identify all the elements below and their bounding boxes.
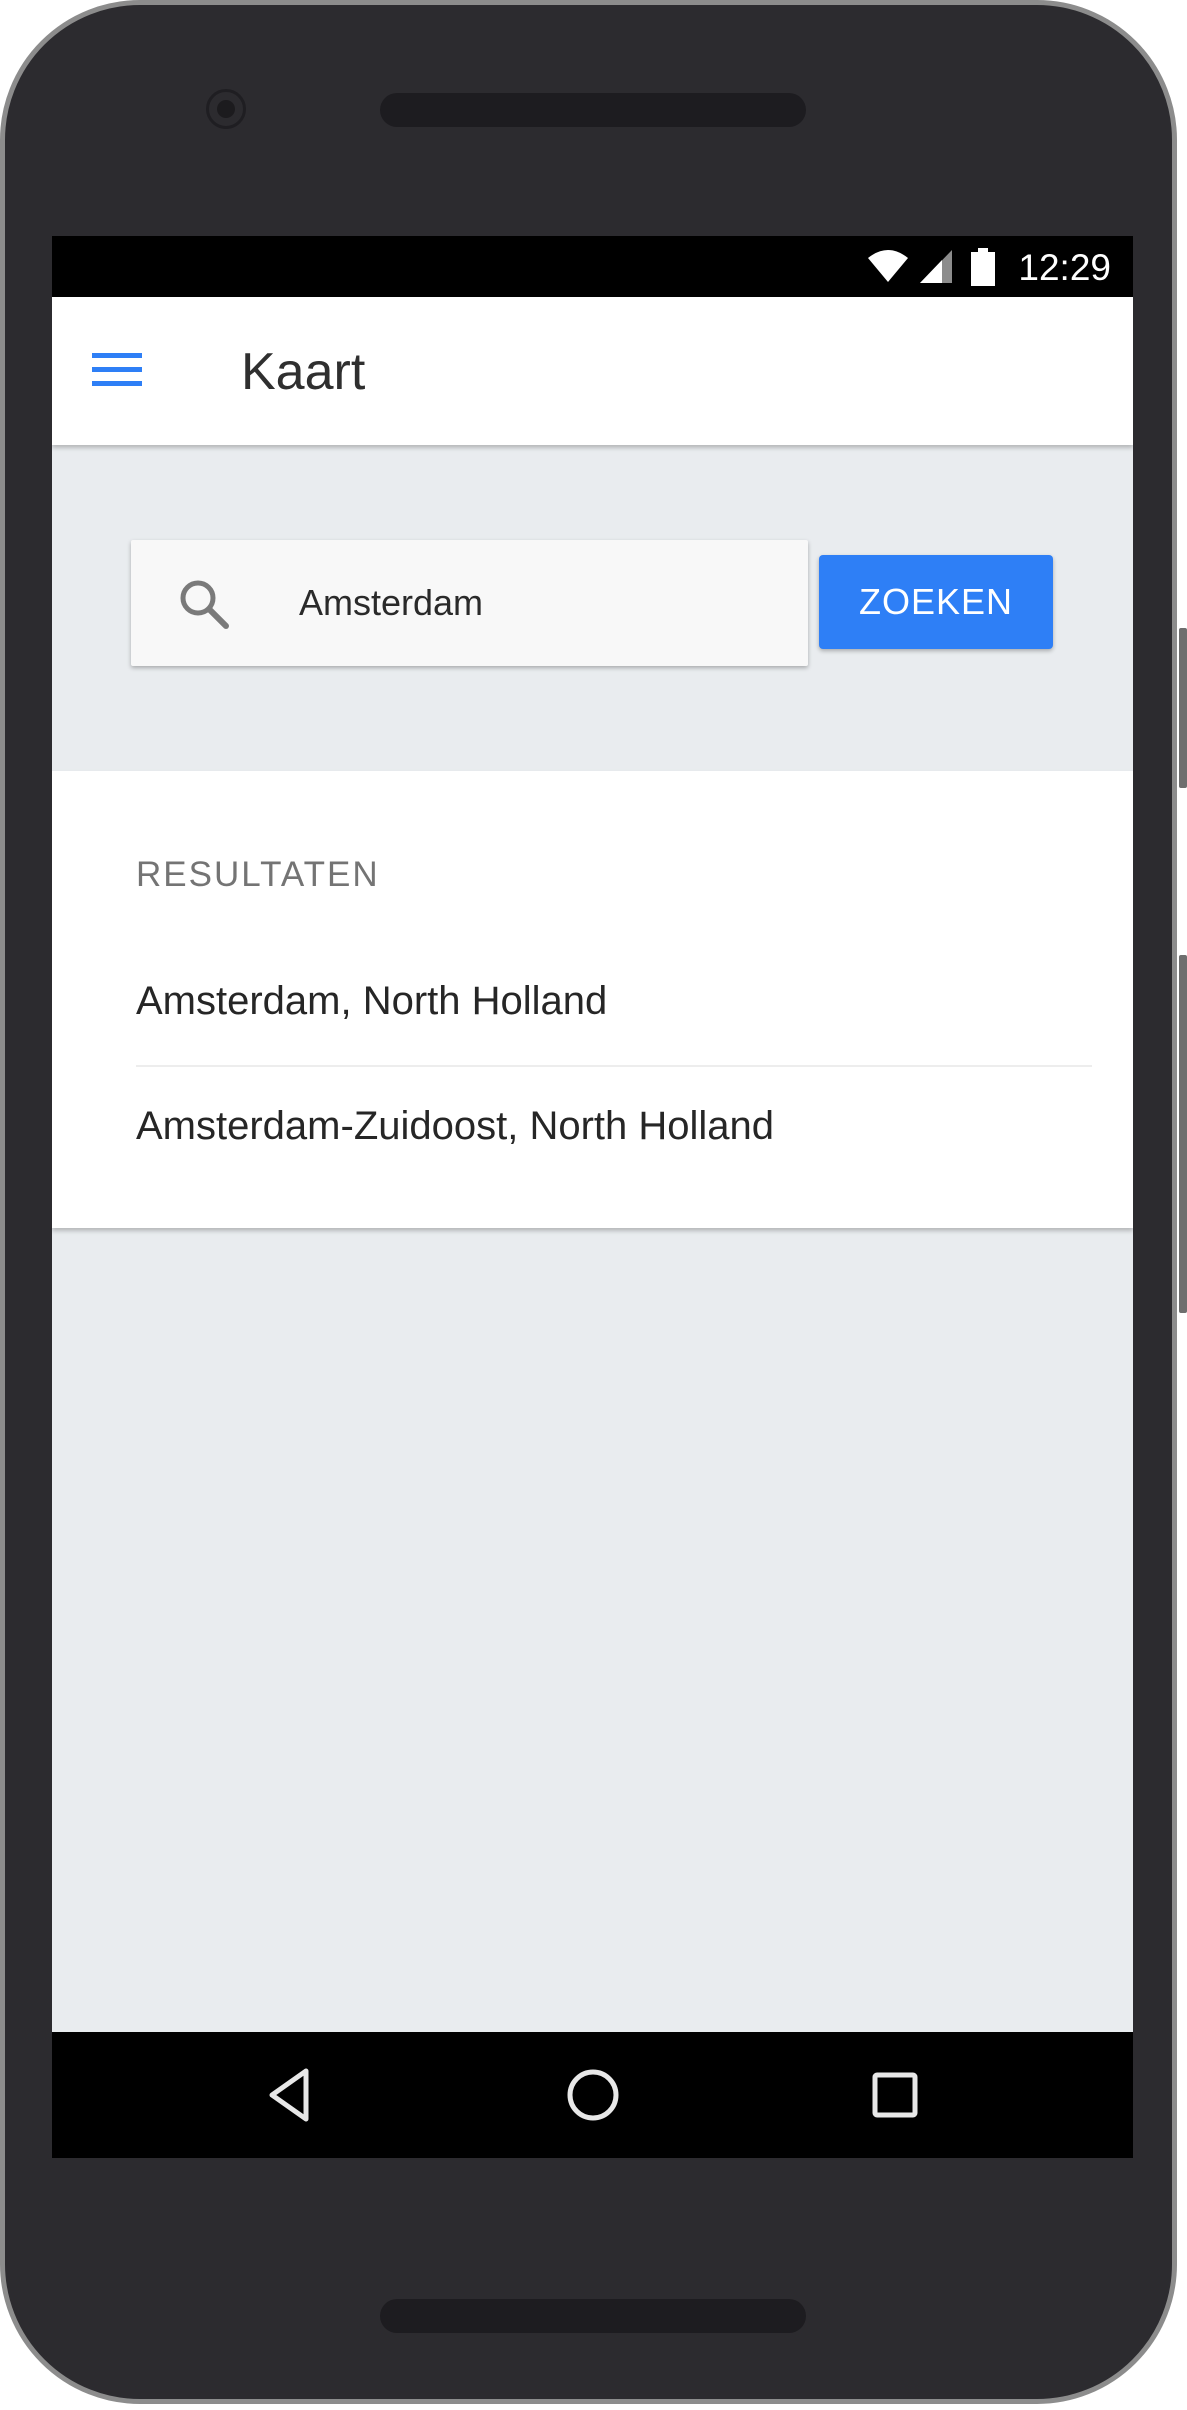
result-item-label: Amsterdam-Zuidoost, North Holland [136,1104,775,1148]
search-button[interactable]: ZOEKEN [819,555,1053,649]
page-title: Kaart [241,343,366,401]
battery-icon [971,248,995,286]
home-icon[interactable] [563,2065,623,2125]
result-item[interactable]: Amsterdam-Zuidoost, North Holland [136,1066,1092,1190]
search-box[interactable] [131,540,808,666]
results-header: RESULTATEN [136,855,380,894]
status-time: 12:29 [1018,247,1111,288]
cell-signal-icon [920,250,952,283]
result-item[interactable]: Amsterdam, North Holland [136,941,1092,1065]
search-icon [180,580,229,629]
back-icon[interactable] [262,2065,322,2125]
volume-button [1179,955,1187,1313]
results-panel: RESULTATEN Amsterdam, North Holland Amst… [52,771,1133,1228]
wifi-icon [868,250,908,282]
screen: 12:29 Kaart ZOEKEN [52,236,1133,2158]
search-input[interactable] [299,570,779,636]
result-item-label: Amsterdam, North Holland [136,979,608,1023]
power-button [1179,628,1187,788]
navigation-bar [52,2032,1133,2158]
bottom-speaker [380,2299,806,2333]
phone-frame: 12:29 Kaart ZOEKEN [0,0,1177,2404]
front-camera [206,89,246,129]
status-bar: 12:29 [52,236,1133,297]
top-speaker [380,93,806,127]
app-bar: Kaart [52,297,1133,445]
recents-icon[interactable] [865,2065,925,2125]
hamburger-menu-icon[interactable] [92,349,142,391]
search-area: ZOEKEN [52,445,1133,771]
